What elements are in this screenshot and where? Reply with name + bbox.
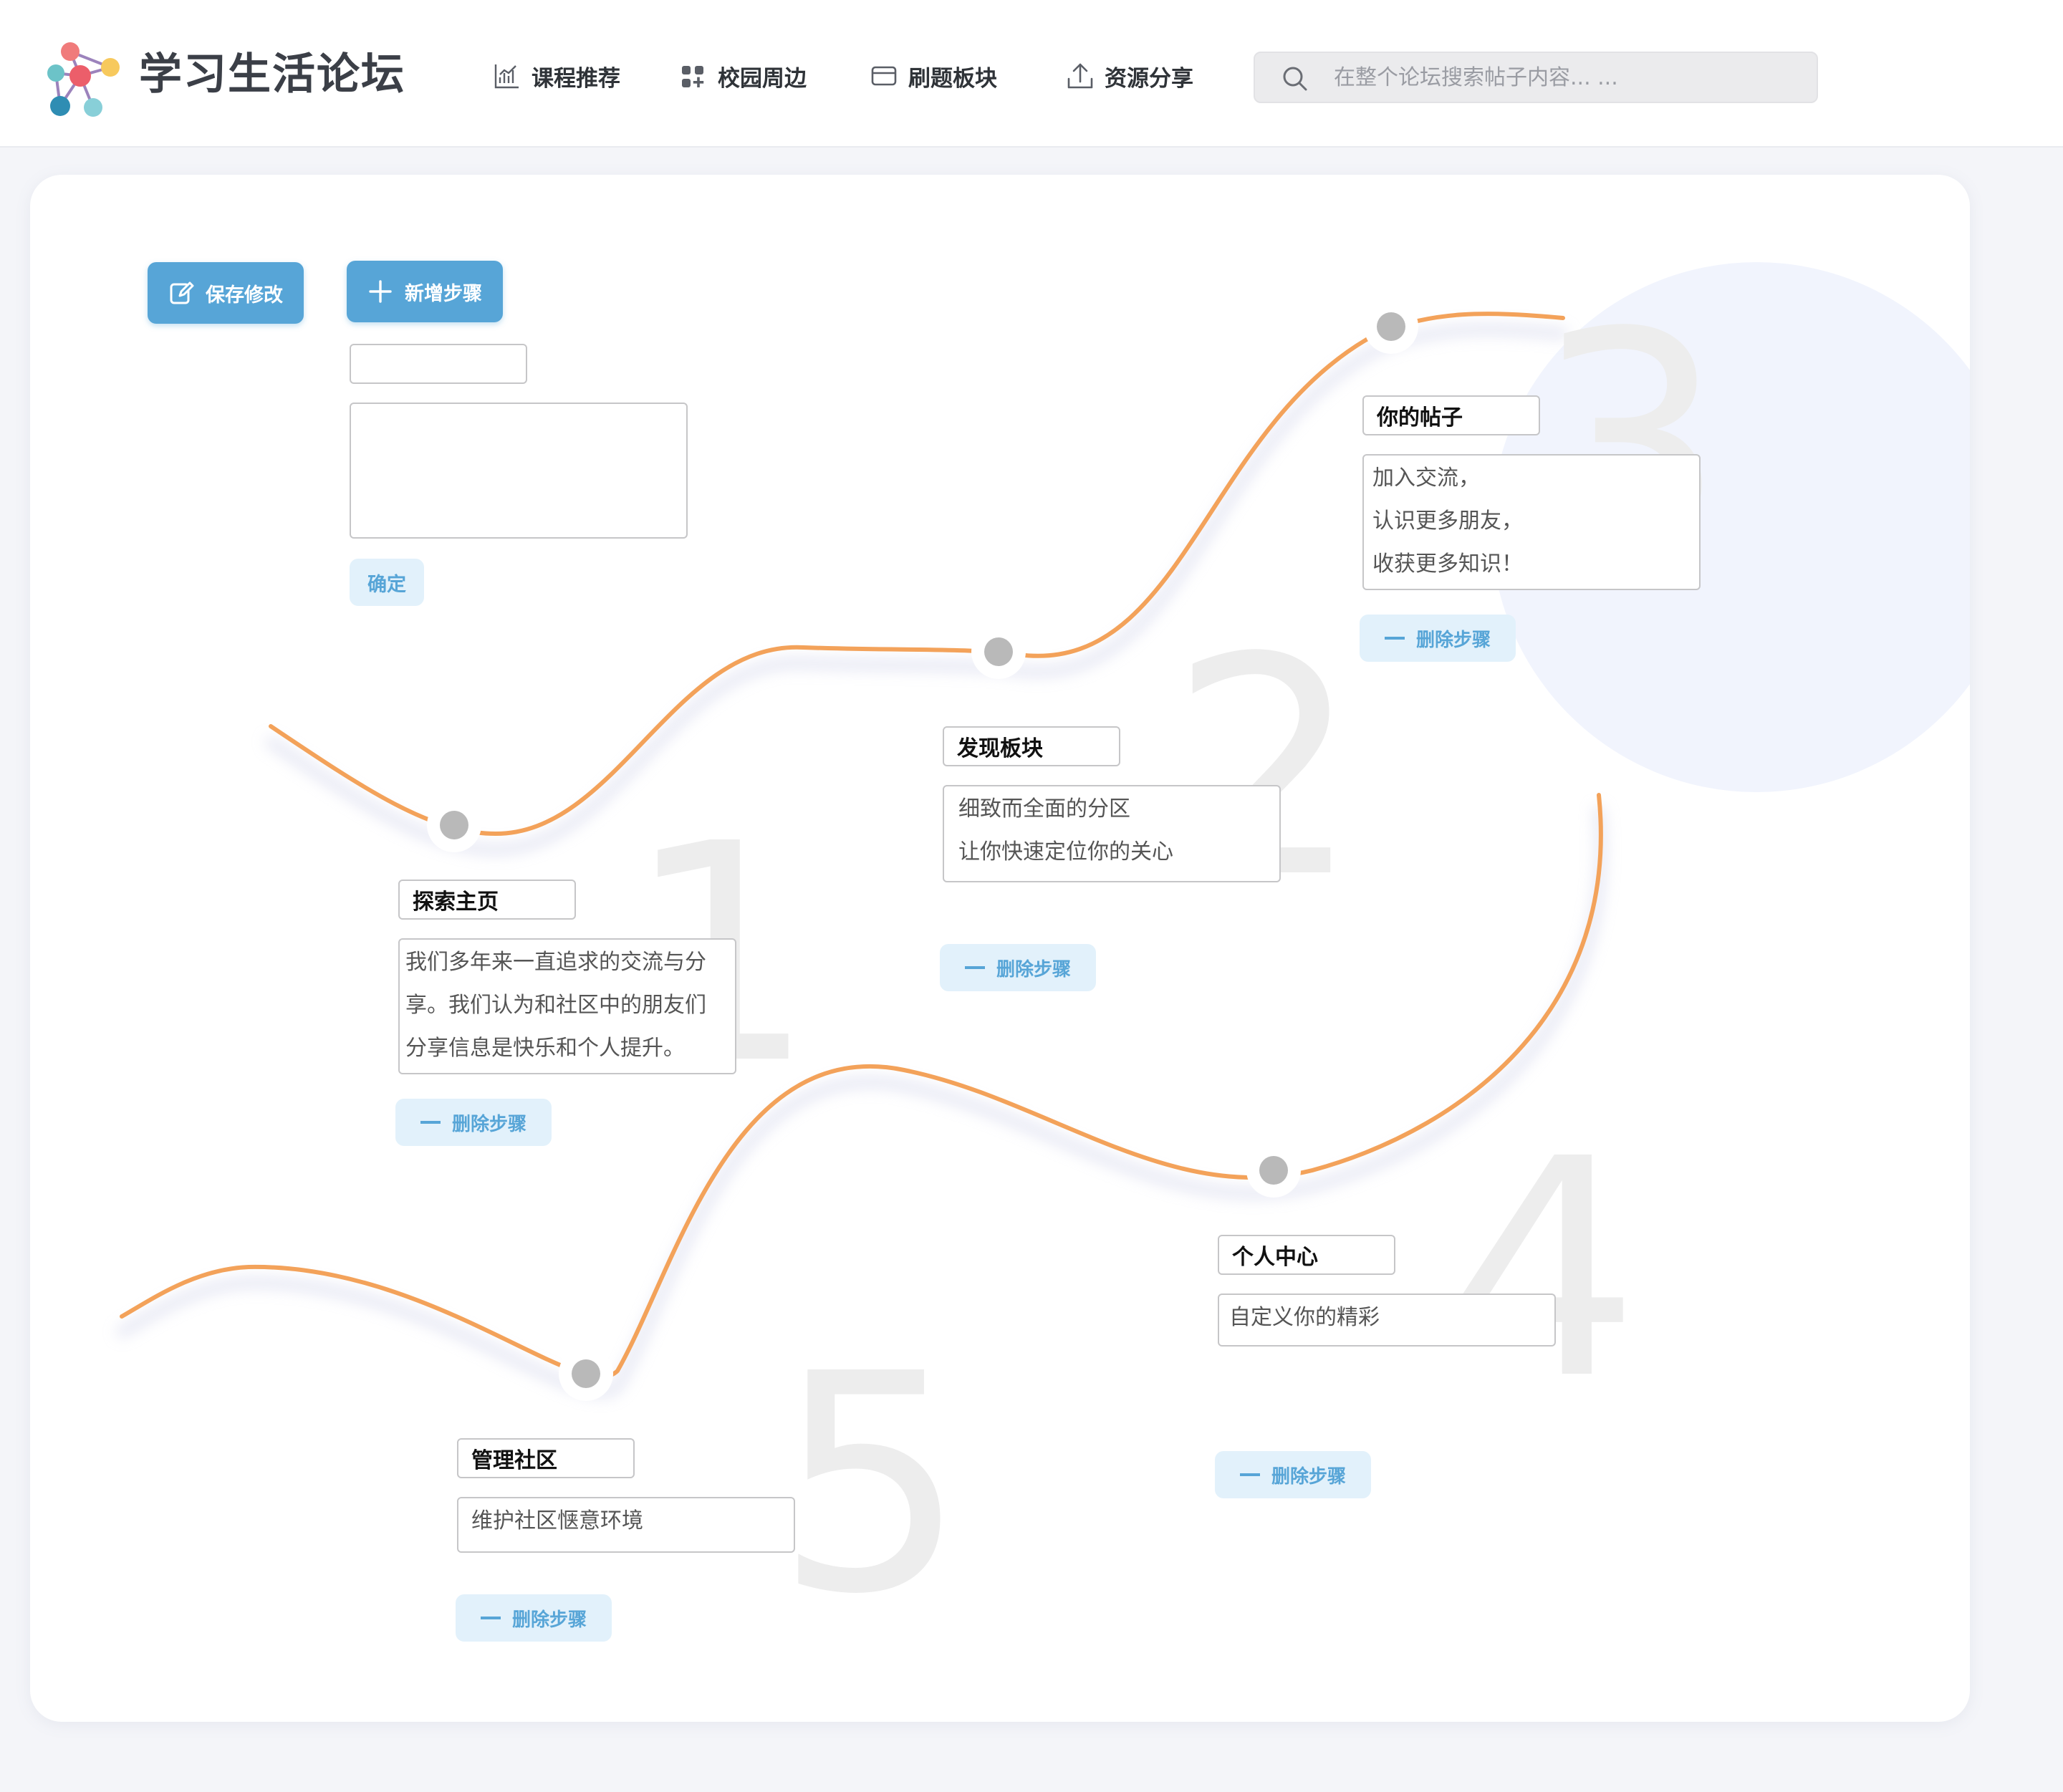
step-desc-input[interactable]: 我们多年来一直追求的交流与分享。我们认为和社区中的朋友们分享信息是快乐和个人提升…: [398, 938, 736, 1074]
delete-step-button[interactable]: 删除步骤: [395, 1099, 552, 1146]
new-step-title-input[interactable]: [350, 344, 527, 384]
nav-campus[interactable]: 校园周边: [679, 56, 807, 96]
minus-icon: [1239, 1473, 1260, 1476]
add-step-button[interactable]: 新增步骤: [347, 261, 503, 322]
save-button[interactable]: 保存修改: [148, 262, 304, 324]
nav-resource-share[interactable]: 资源分享: [1066, 56, 1193, 96]
step-number: 5: [775, 1310, 967, 1660]
delete-step-button[interactable]: 删除步骤: [1360, 615, 1516, 662]
step-title-input[interactable]: [943, 726, 1120, 766]
step-title-input[interactable]: [457, 1438, 635, 1478]
minus-icon: [1384, 637, 1405, 640]
search-icon[interactable]: [1281, 64, 1309, 93]
card-icon: [871, 66, 897, 86]
step-number: 4: [1448, 1095, 1640, 1445]
nav-course-recommend[interactable]: 课程推荐: [493, 56, 620, 96]
minus-icon: [480, 1617, 501, 1619]
step-title-input[interactable]: [1218, 1235, 1395, 1275]
new-step-desc-input[interactable]: [350, 403, 688, 539]
confirm-button[interactable]: 确定: [350, 559, 424, 606]
nav-practice[interactable]: 刷题板块: [870, 56, 997, 96]
delete-step-button[interactable]: 删除步骤: [940, 944, 1096, 991]
minus-icon: [964, 966, 985, 969]
step-dot[interactable]: [440, 811, 468, 839]
delete-step-button[interactable]: 删除步骤: [1215, 1451, 1371, 1498]
steps-editor-card: 1 2 3 4 5 保存修改 新增步骤 确定 我们多年来一直追求的交流与分享。我…: [30, 175, 1970, 1722]
step-desc-input[interactable]: 维护社区惬意环境: [457, 1497, 795, 1553]
search-bar: [1254, 52, 1818, 103]
step-desc-input[interactable]: 加入交流， 认识更多朋友， 收获更多知识！: [1362, 454, 1701, 590]
step-title-input[interactable]: [1362, 395, 1540, 435]
minus-icon: [420, 1121, 441, 1124]
step-title-input[interactable]: [398, 880, 576, 920]
upload-icon: [1067, 63, 1093, 89]
site-title: 学习生活论坛: [139, 49, 405, 100]
delete-step-button[interactable]: 删除步骤: [456, 1594, 612, 1642]
step-desc-input[interactable]: 自定义你的精彩: [1218, 1294, 1556, 1347]
edit-icon: [170, 281, 194, 304]
step-dot[interactable]: [984, 637, 1013, 666]
top-header: 学习生活论坛 课程推荐 校园周边 刷题板块 资源分享: [0, 0, 2063, 148]
step-dot[interactable]: [1377, 312, 1405, 341]
step-desc-input[interactable]: 细致而全面的分区 让你快速定位你的关心: [943, 785, 1281, 882]
chart-icon: [494, 64, 519, 89]
step-dot[interactable]: [1259, 1156, 1288, 1185]
apps-icon: [682, 66, 704, 87]
logo-icon[interactable]: [34, 37, 123, 120]
search-input[interactable]: [1334, 57, 1792, 97]
plus-icon: [369, 280, 392, 303]
step-dot[interactable]: [572, 1359, 600, 1388]
